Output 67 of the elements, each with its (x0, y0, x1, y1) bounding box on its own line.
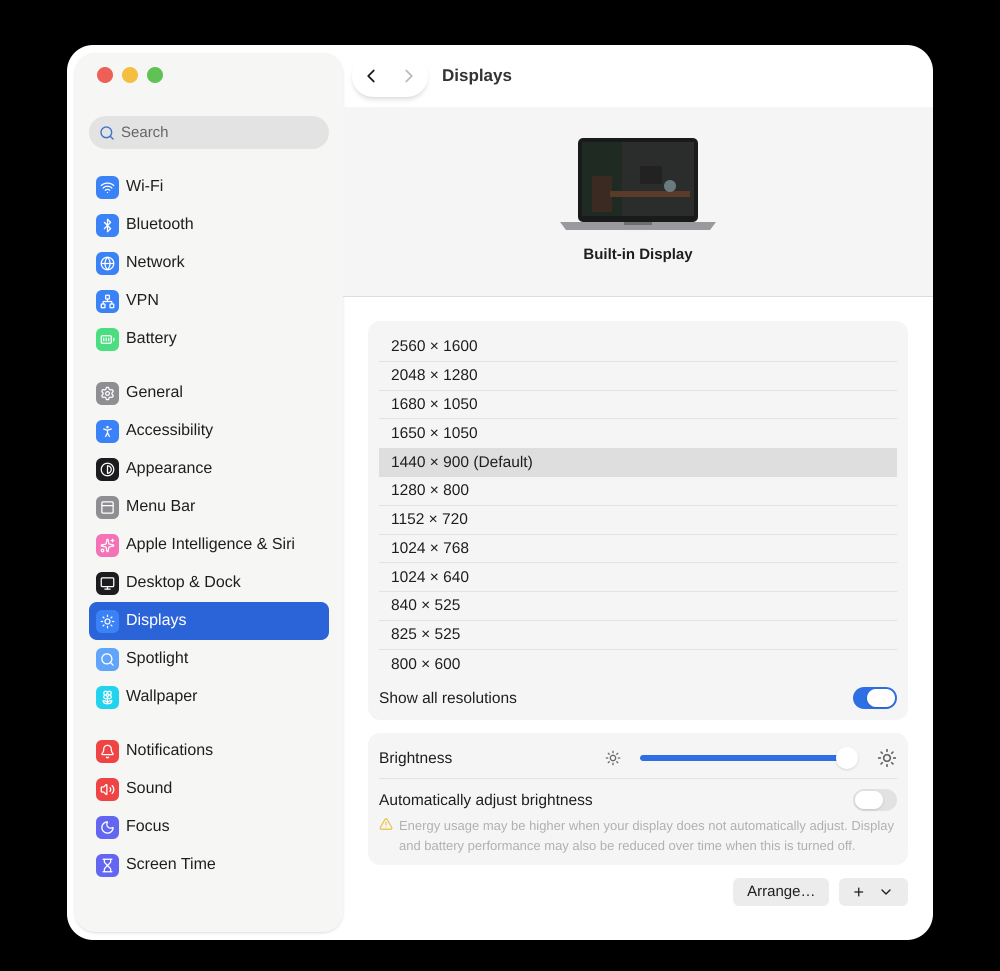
item-label: Spotlight (126, 649, 188, 669)
sidebar-item[interactable]: Wi-Fi (89, 168, 329, 206)
resolution-option[interactable]: 1280 × 800 (379, 476, 897, 506)
resolution-option[interactable]: 1024 × 640 (379, 563, 897, 592)
bright-sun-icon (877, 748, 897, 768)
sidebar-item[interactable]: Screen Time (89, 846, 329, 884)
setting-label: Brightness (379, 748, 452, 769)
resolution-option[interactable]: 825 × 525 (379, 620, 897, 650)
setting-label: Automatically adjust brightness (379, 790, 593, 811)
search-field[interactable]: Search (89, 116, 329, 149)
sidebar-item[interactable]: VPN (89, 282, 329, 320)
dim-sun-icon (605, 750, 621, 766)
toggle-switch[interactable] (853, 687, 897, 710)
sidebar-item[interactable]: Focus (89, 808, 329, 846)
resolution-option[interactable]: 1024 × 768 (379, 534, 897, 564)
item-label: Desktop & Dock (126, 573, 241, 593)
item-label: Battery (126, 329, 177, 349)
item-label: Menu Bar (126, 497, 196, 517)
sidebar-item[interactable]: Bluetooth (89, 206, 329, 244)
sidebar-item[interactable]: Apple Intelligence & Siri (89, 526, 329, 564)
item-label: Sound (126, 779, 172, 799)
sidebar-item[interactable]: General (89, 374, 329, 412)
item-label: VPN (126, 291, 159, 311)
item-label: Apple Intelligence & Siri (126, 535, 295, 555)
sidebar-item[interactable]: Notifications (89, 732, 329, 770)
resolution-option[interactable]: 2560 × 1600 (379, 333, 897, 362)
search-icon (99, 125, 115, 141)
item-label: Wi-Fi (126, 177, 164, 197)
item-label: Notifications (126, 741, 214, 761)
slider-thumb (836, 747, 858, 770)
setting-label: Show all resolutions (379, 688, 517, 709)
item-label: Accessibility (126, 421, 214, 441)
warning-text: Energy usage may be higher when your display does not automatically adjust. Display and battery performance may also be reduced over time when this is turned off. (399, 817, 895, 855)
window-title: Displays (442, 65, 512, 88)
resolution-option[interactable]: 1440 × 900 (Default) (379, 448, 897, 477)
item-label: Bluetooth (126, 215, 194, 235)
resolution-option[interactable]: 2048 × 1280 (379, 362, 897, 391)
sidebar-item[interactable]: Menu Bar (89, 488, 329, 526)
resolution-option[interactable]: 1152 × 720 (379, 506, 897, 535)
item-label: Appearance (126, 459, 212, 479)
item-label: General (126, 383, 183, 403)
zoom-button[interactable] (147, 67, 163, 83)
minimize-button[interactable] (122, 67, 138, 83)
item-label: Network (126, 253, 185, 273)
item-label: Screen Time (126, 855, 216, 875)
sidebar-item[interactable]: Wallpaper (89, 678, 329, 716)
sidebar-item[interactable]: Accessibility (89, 412, 329, 450)
sidebar-item[interactable]: Spotlight (89, 640, 329, 678)
resolution-option[interactable]: 1650 × 1050 (379, 419, 897, 448)
toggle-switch[interactable] (853, 789, 897, 812)
item-label: Displays (126, 611, 186, 631)
item-label: Wallpaper (126, 687, 198, 707)
sidebar-item[interactable]: Network (89, 244, 329, 282)
sidebar-item[interactable]: Displays (89, 602, 329, 640)
sidebar-item[interactable]: Battery (89, 320, 329, 358)
resolution-option[interactable]: 1680 × 1050 (379, 390, 897, 420)
arrange-button[interactable]: Arrange… (733, 878, 830, 906)
resolution-option[interactable]: 840 × 525 (379, 592, 897, 621)
sidebar-item[interactable]: Desktop & Dock (89, 564, 329, 602)
item-label: Focus (126, 817, 170, 837)
add-button[interactable]: + (839, 878, 908, 906)
resolution-option[interactable]: 800 × 600 (379, 650, 897, 679)
close-button[interactable] (97, 67, 113, 83)
sidebar-item[interactable]: Appearance (89, 450, 329, 488)
display-name: Built-in Display (583, 245, 693, 266)
sidebar-item[interactable]: Sound (89, 770, 329, 808)
warning-icon (379, 817, 393, 832)
